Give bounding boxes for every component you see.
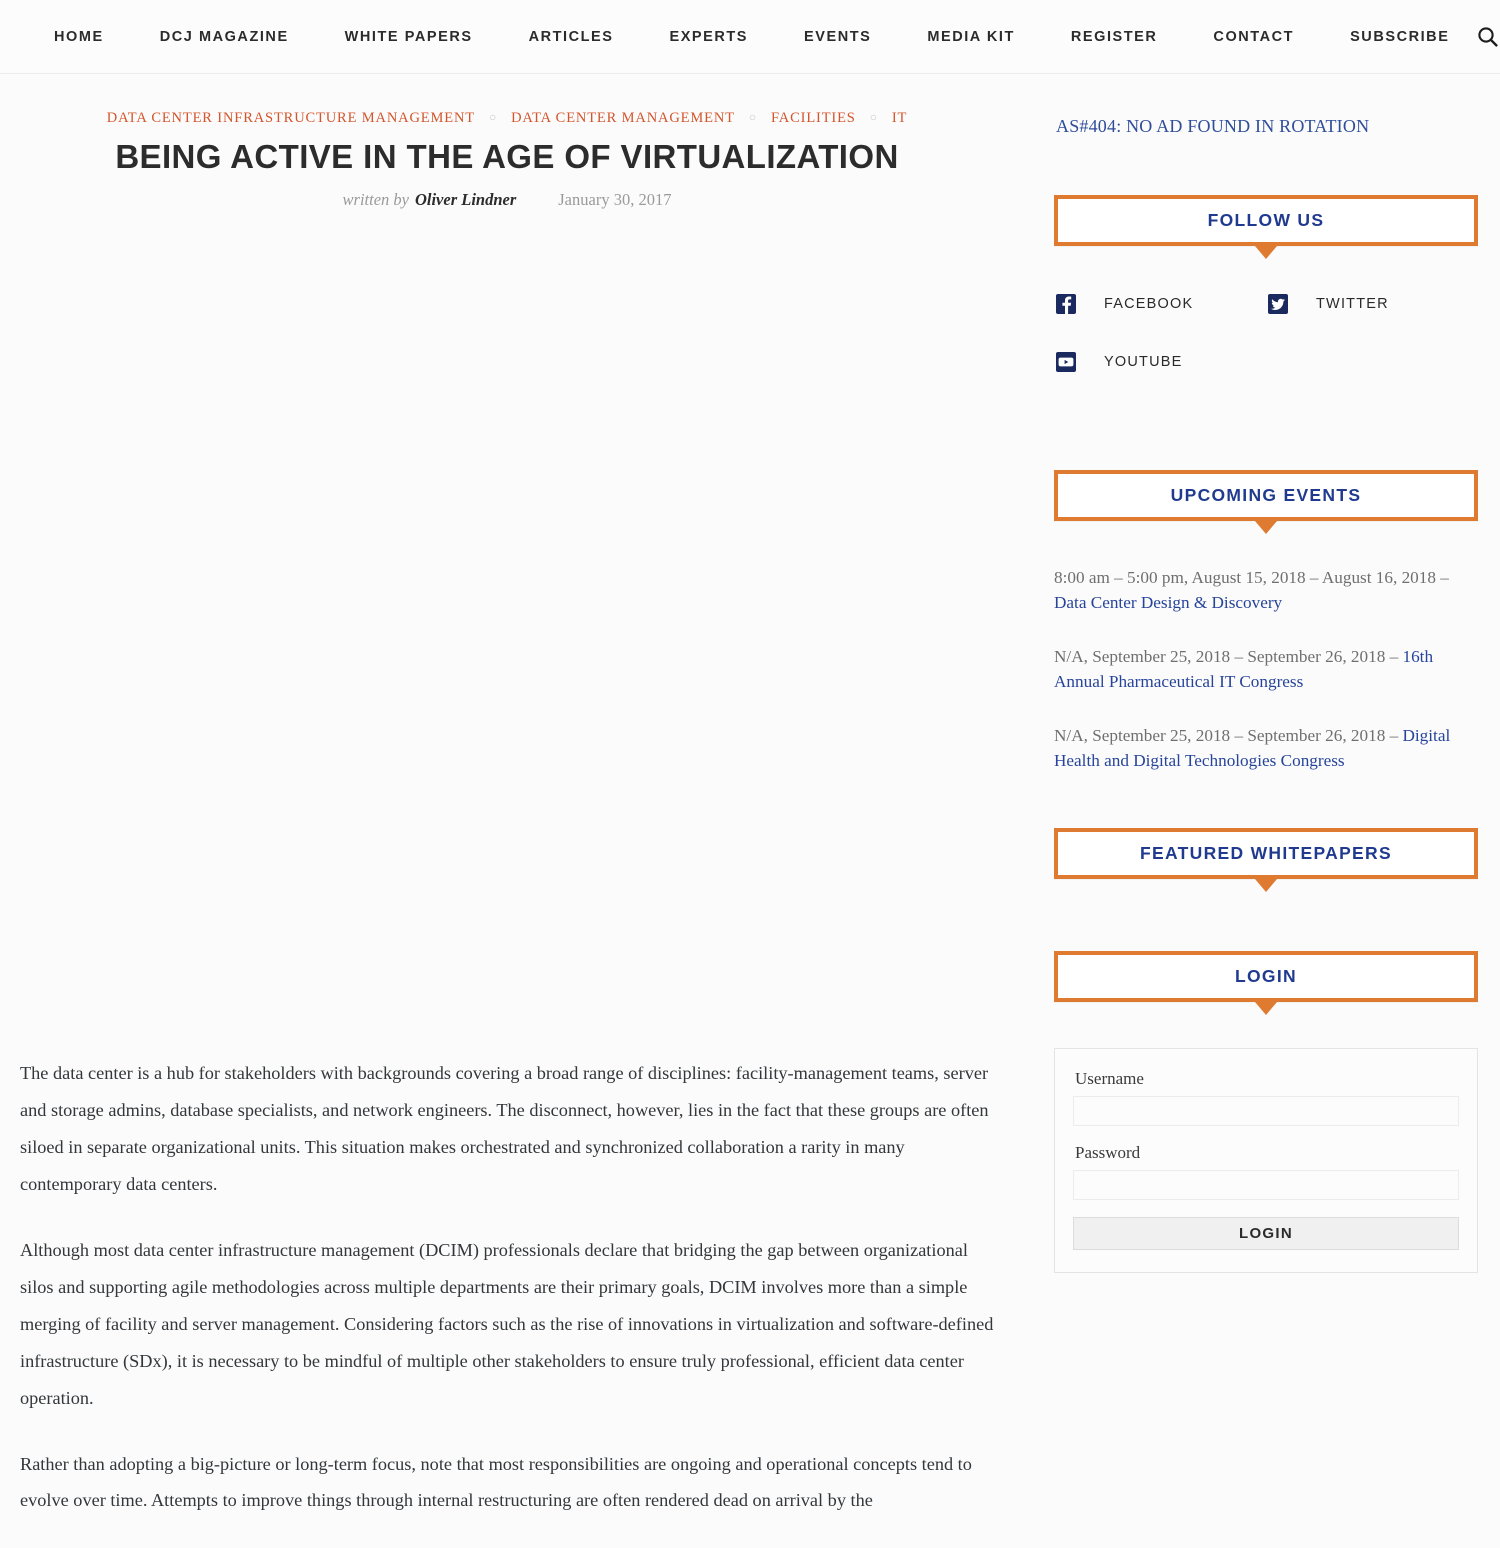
social-link-label: YOUTUBE	[1104, 354, 1183, 370]
username-field[interactable]	[1073, 1095, 1459, 1126]
featured-image	[20, 209, 994, 1055]
social-link-youtube[interactable]: YOUTUBE	[1054, 350, 1266, 374]
event-meta: 8:00 am – 5:00 pm, August 15, 2018 – Aug…	[1054, 568, 1449, 587]
list-item: N/A, September 25, 2018 – September 26, …	[1054, 723, 1478, 774]
nav-item-register[interactable]: REGISTER	[1043, 29, 1186, 45]
list-item: 8:00 am – 5:00 pm, August 15, 2018 – Aug…	[1054, 565, 1478, 616]
article-column: DATA CENTER INFRASTRUCTURE MANAGEMENT ○ …	[0, 74, 1020, 1548]
breadcrumb-item-it[interactable]: IT	[892, 110, 907, 127]
byline: written by Oliver Lindner January 30, 20…	[20, 190, 994, 210]
events-list: 8:00 am – 5:00 pm, August 15, 2018 – Aug…	[1054, 565, 1478, 774]
search-button[interactable]	[1477, 17, 1499, 57]
login-button[interactable]: LOGIN	[1073, 1216, 1459, 1250]
widget-title: LOGIN	[1235, 965, 1297, 986]
breadcrumb-item-data-center-management[interactable]: DATA CENTER MANAGEMENT	[511, 110, 735, 127]
widget-header-upcoming-events: UPCOMING EVENTS	[1054, 470, 1478, 521]
ad-rotation-notice: AS#404: NO AD FOUND IN ROTATION	[1056, 116, 1370, 136]
social-link-label: TWITTER	[1316, 296, 1389, 312]
nav-item-subscribe[interactable]: SUBSCRIBE	[1322, 29, 1477, 45]
username-label: Username	[1075, 1068, 1144, 1088]
event-meta: N/A, September 25, 2018 – September 26, …	[1054, 646, 1403, 666]
social-link-facebook[interactable]: FACEBOOK	[1054, 292, 1266, 316]
event-link[interactable]: Data Center Design & Discovery	[1054, 593, 1282, 612]
nav-item-white-papers[interactable]: WHITE PAPERS	[317, 29, 501, 45]
nav-item-articles[interactable]: ARTICLES	[501, 29, 642, 45]
article-body: The data center is a hub for stakeholder…	[20, 1055, 994, 1519]
widget-upcoming-events: UPCOMING EVENTS 8:00 am – 5:00 pm, Augus…	[1054, 470, 1478, 774]
article-paragraph: The data center is a hub for stakeholder…	[20, 1062, 989, 1194]
widget-title: UPCOMING EVENTS	[1170, 485, 1362, 505]
article-paragraph: Although most data center infrastructure…	[20, 1239, 994, 1408]
twitter-icon	[1266, 292, 1290, 316]
password-label: Password	[1075, 1142, 1141, 1162]
event-meta: N/A, September 25, 2018 – September 26, …	[1054, 725, 1403, 745]
nav-item-contact[interactable]: CONTACT	[1185, 29, 1322, 45]
widget-follow-us: FOLLOW US FACEBOOK TWITTER YOUTUBE	[1054, 195, 1478, 408]
author-link[interactable]: Oliver Lindner	[415, 190, 516, 210]
nav-item-list: HOME DCJ MAGAZINE WHITE PAPERS ARTICLES …	[26, 29, 1477, 45]
social-link-label: FACEBOOK	[1104, 296, 1194, 312]
widget-header-featured-whitepapers: FEATURED WHITEPAPERS	[1054, 827, 1478, 879]
nav-item-experts[interactable]: EXPERTS	[641, 29, 776, 45]
search-icon	[1478, 27, 1499, 47]
article-paragraph: Rather than adopting a big-picture or lo…	[20, 1453, 972, 1511]
widget-login: LOGIN Username Password LOGIN	[1054, 950, 1478, 1273]
list-item: N/A, September 25, 2018 – September 26, …	[1054, 644, 1478, 695]
youtube-icon	[1054, 350, 1078, 374]
facebook-icon	[1054, 292, 1078, 316]
publish-date: January 30, 2017	[558, 189, 672, 209]
nav-item-events[interactable]: EVENTS	[776, 29, 899, 45]
password-field[interactable]	[1073, 1169, 1459, 1200]
page-body: DATA CENTER INFRASTRUCTURE MANAGEMENT ○ …	[0, 74, 1500, 1548]
social-links: FACEBOOK TWITTER YOUTUBE	[1054, 292, 1478, 408]
widget-title: FOLLOW US	[1207, 210, 1325, 230]
written-by-label: written by	[342, 189, 409, 209]
breadcrumb-item-facilities[interactable]: FACILITIES	[771, 110, 856, 127]
sidebar: AS#404: NO AD FOUND IN ROTATION FOLLOW U…	[1020, 74, 1500, 1315]
widget-title: FEATURED WHITEPAPERS	[1140, 842, 1392, 863]
breadcrumb: DATA CENTER INFRASTRUCTURE MANAGEMENT ○ …	[20, 110, 994, 127]
nav-item-dcj-magazine[interactable]: DCJ MAGAZINE	[132, 29, 317, 45]
breadcrumb-separator-icon: ○	[748, 110, 757, 124]
widget-header-login: LOGIN	[1054, 950, 1478, 1002]
social-link-twitter[interactable]: TWITTER	[1266, 292, 1478, 316]
breadcrumb-separator-icon: ○	[488, 110, 498, 124]
nav-item-media-kit[interactable]: MEDIA KIT	[899, 29, 1043, 45]
page-title: BEING ACTIVE IN THE AGE OF VIRTUALIZATIO…	[115, 138, 899, 175]
nav-item-home[interactable]: HOME	[26, 29, 132, 45]
login-form: Username Password LOGIN	[1054, 1047, 1478, 1273]
widget-featured-whitepapers: FEATURED WHITEPAPERS	[1054, 827, 1478, 879]
breadcrumb-item-dcim[interactable]: DATA CENTER INFRASTRUCTURE MANAGEMENT	[107, 110, 475, 127]
breadcrumb-separator-icon: ○	[869, 110, 878, 124]
widget-header-follow-us: FOLLOW US	[1054, 195, 1478, 246]
top-navigation: HOME DCJ MAGAZINE WHITE PAPERS ARTICLES …	[0, 0, 1500, 74]
